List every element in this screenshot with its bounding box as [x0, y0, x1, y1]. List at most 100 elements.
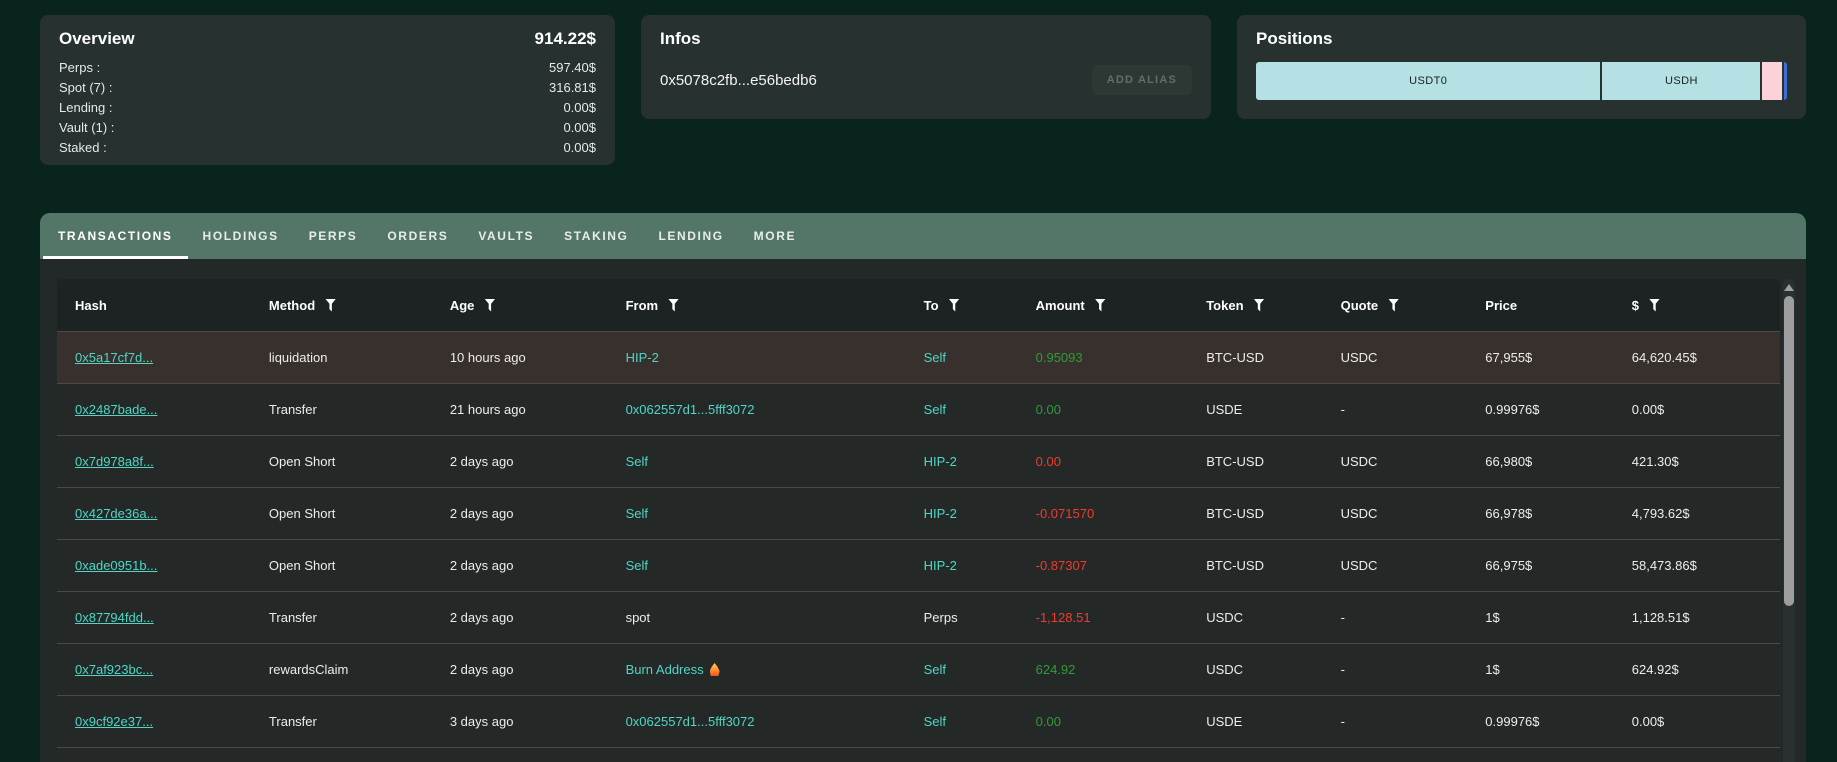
to-cell: Self: [924, 402, 1036, 417]
summary-cards-row: Overview 914.22$ Perps :597.40$Spot (7) …: [0, 0, 1837, 165]
tab-lending[interactable]: LENDING: [643, 213, 738, 259]
age-cell: 2 days ago: [450, 454, 626, 469]
column-header-amount: Amount: [1036, 298, 1207, 313]
hash-link[interactable]: 0x7af923bc...: [75, 662, 153, 677]
hash-link[interactable]: 0x5a17cf7d...: [75, 350, 153, 365]
filter-icon[interactable]: [1388, 299, 1399, 312]
quote-cell: USDC: [1341, 350, 1486, 365]
tab-vaults[interactable]: VAULTS: [463, 213, 549, 259]
hash-cell: 0x2487bade...: [57, 402, 269, 417]
filter-icon[interactable]: [325, 299, 336, 312]
usd-cell: 0.00$: [1632, 402, 1780, 417]
position-segment-small[interactable]: [1762, 62, 1781, 100]
to-link[interactable]: HIP-2: [924, 506, 957, 521]
to-link[interactable]: Self: [924, 662, 946, 677]
column-header-label: Price: [1485, 298, 1517, 313]
to-link[interactable]: HIP-2: [924, 454, 957, 469]
hash-cell: 0x7d978a8f...: [57, 454, 269, 469]
amount-value: -0.071570: [1036, 506, 1095, 521]
from-link[interactable]: HIP-2: [626, 350, 659, 365]
hash-link[interactable]: 0x87794fdd...: [75, 610, 154, 625]
tab-staking[interactable]: STAKING: [549, 213, 643, 259]
hash-link[interactable]: 0x7d978a8f...: [75, 454, 154, 469]
age-cell: 3 days ago: [450, 714, 626, 729]
price-cell: 66,980$: [1485, 454, 1631, 469]
tab-label: LENDING: [658, 229, 723, 243]
position-segment-small[interactable]: [1784, 62, 1787, 100]
amount-value: -0.87307: [1036, 558, 1087, 573]
to-cell: HIP-2: [924, 558, 1036, 573]
infos-title: Infos: [660, 29, 1192, 49]
amount-value: 0.00: [1036, 454, 1061, 469]
method-cell: Open Short: [269, 558, 450, 573]
tab-more[interactable]: MORE: [739, 213, 811, 259]
hash-cell: 0x5a17cf7d...: [57, 350, 269, 365]
token-cell: USDE: [1206, 714, 1340, 729]
method-cell: Open Short: [269, 454, 450, 469]
transactions-table: HashMethodAgeFromToAmountTokenQuotePrice…: [57, 279, 1780, 762]
token-cell: BTC-USD: [1206, 350, 1340, 365]
column-header-label: Quote: [1341, 298, 1379, 313]
to-cell: Perps: [924, 610, 1036, 625]
amount-cell: 0.00: [1036, 402, 1207, 417]
quote-cell: USDC: [1341, 454, 1486, 469]
to-link[interactable]: Self: [924, 350, 946, 365]
filter-icon[interactable]: [1254, 299, 1265, 312]
token-cell: BTC-USD: [1206, 558, 1340, 573]
column-header-hash: Hash: [57, 298, 269, 313]
from-link[interactable]: 0x062557d1...5fff3072: [626, 714, 755, 729]
to-link[interactable]: HIP-2: [924, 558, 957, 573]
vertical-scrollbar[interactable]: [1783, 279, 1795, 762]
column-header-label: $: [1632, 298, 1639, 313]
age-cell: 2 days ago: [450, 662, 626, 677]
hash-link[interactable]: 0x2487bade...: [75, 402, 157, 417]
hash-link[interactable]: 0x427de36a...: [75, 506, 157, 521]
table-body: 0x5a17cf7d...liquidation10 hours agoHIP-…: [57, 331, 1780, 747]
from-link[interactable]: Self: [626, 506, 648, 521]
from-link[interactable]: Self: [626, 454, 648, 469]
position-segment-label: USDT0: [1409, 75, 1447, 87]
from-link[interactable]: 0x062557d1...5fff3072: [626, 402, 755, 417]
filter-icon[interactable]: [668, 299, 679, 312]
tab-holdings[interactable]: HOLDINGS: [188, 213, 294, 259]
filter-icon[interactable]: [1095, 299, 1106, 312]
position-segment-usdt0[interactable]: USDT0: [1256, 62, 1600, 100]
add-alias-button[interactable]: ADD ALIAS: [1092, 65, 1192, 95]
to-cell: Self: [924, 350, 1036, 365]
column-header-label: To: [924, 298, 939, 313]
position-segment-usdh[interactable]: USDH: [1602, 62, 1760, 100]
method-cell: rewardsClaim: [269, 662, 450, 677]
filter-icon[interactable]: [1649, 299, 1660, 312]
amount-cell: 0.00: [1036, 714, 1207, 729]
overview-breakdown-row: Spot (7) :316.81$: [59, 78, 596, 98]
tab-orders[interactable]: ORDERS: [372, 213, 463, 259]
filter-icon[interactable]: [484, 299, 495, 312]
from-cell: Self: [626, 506, 924, 521]
quote-cell: -: [1341, 714, 1486, 729]
tab-transactions[interactable]: TRANSACTIONS: [43, 213, 188, 259]
from-link[interactable]: Burn Address: [626, 662, 704, 677]
scroll-up-icon[interactable]: [1784, 284, 1794, 291]
overview-breakdown-row: Staked :0.00$: [59, 138, 596, 158]
usd-cell: 624.92$: [1632, 662, 1780, 677]
from-link[interactable]: Self: [626, 558, 648, 573]
from-text: spot: [626, 610, 651, 625]
overview-row-label: Perps :: [59, 58, 100, 78]
hash-link[interactable]: 0xade0951b...: [75, 558, 157, 573]
scrollbar-thumb[interactable]: [1784, 296, 1794, 606]
hash-link[interactable]: 0x9cf92e37...: [75, 714, 153, 729]
to-link[interactable]: Self: [924, 402, 946, 417]
to-link[interactable]: Self: [924, 714, 946, 729]
method-cell: Transfer: [269, 402, 450, 417]
portfolio-page: Overview 914.22$ Perps :597.40$Spot (7) …: [0, 0, 1837, 762]
column-header-label: Hash: [75, 298, 107, 313]
amount-cell: 624.92: [1036, 662, 1207, 677]
hash-cell: 0xade0951b...: [57, 558, 269, 573]
tab-perps[interactable]: PERPS: [294, 213, 373, 259]
positions-card: Positions USDT0USDH: [1237, 15, 1806, 119]
method-cell: liquidation: [269, 350, 450, 365]
token-cell: BTC-USD: [1206, 454, 1340, 469]
to-cell: HIP-2: [924, 454, 1036, 469]
filter-icon[interactable]: [949, 299, 960, 312]
overview-title: Overview: [59, 29, 135, 49]
